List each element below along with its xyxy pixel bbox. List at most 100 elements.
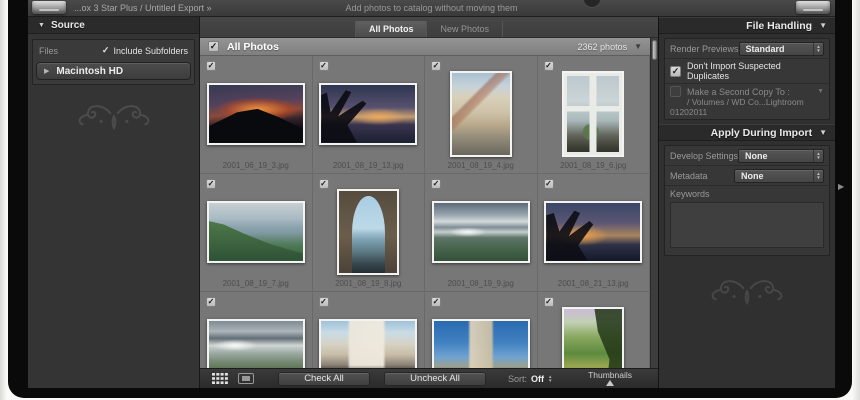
- import-dialog: ...ox 3 Star Plus / Untitled Export » Ad…: [28, 0, 835, 388]
- file-handling-header[interactable]: File Handling ▼: [659, 17, 835, 34]
- include-subfolders-label: Include Subfolders: [113, 45, 188, 56]
- tab-all-photos[interactable]: All Photos: [354, 21, 427, 37]
- photo-cell[interactable]: 2001_08_19_13.jpg: [312, 56, 425, 174]
- dropdown-arrows-icon: ▲ ▼: [813, 169, 823, 182]
- source-panel-header[interactable]: ▼ Source: [28, 17, 199, 34]
- photo-cell[interactable]: [425, 292, 538, 368]
- apply-during-import-header[interactable]: Apply During Import ▼: [659, 124, 835, 141]
- apply-during-import-rows: Develop Settings None ▲ ▼ Metadata None ▲…: [664, 145, 830, 256]
- dropdown-arrows-icon: ▲ ▼: [813, 149, 823, 162]
- group-checkbox[interactable]: [208, 41, 219, 52]
- photo-thumbnail[interactable]: [449, 70, 512, 157]
- metadata-label: Metadata: [670, 170, 708, 181]
- panel-collapse-arrow[interactable]: ▶: [838, 182, 844, 191]
- group-header: All Photos 2362 photos ▼: [200, 38, 650, 56]
- develop-settings-row: Develop Settings None ▲ ▼: [665, 146, 829, 166]
- photo-thumbnail[interactable]: [319, 318, 418, 368]
- photo-cell[interactable]: 2001_08_19_6.jpg: [537, 56, 650, 174]
- photo-filename: 2001_08_19_8.jpg: [335, 279, 402, 288]
- thumbnails-slider-knob[interactable]: [606, 380, 615, 386]
- photo-thumbnail[interactable]: [431, 318, 530, 368]
- thumbnail-wrap: [538, 69, 650, 158]
- photo-cell[interactable]: 2001_08_19_7.jpg: [200, 174, 313, 292]
- photo-thumbnail[interactable]: [206, 200, 305, 263]
- photo-thumbnail[interactable]: [319, 82, 418, 145]
- file-handling-rows: Render Previews Standard ▲▼ Don't Import…: [664, 38, 830, 120]
- thumbnail-wrap: [313, 69, 425, 158]
- render-previews-dropdown[interactable]: Standard ▲ ▼: [738, 41, 824, 56]
- collapse-triangle-icon[interactable]: ▼: [38, 22, 45, 29]
- scrollbar-thumb[interactable]: [652, 40, 657, 60]
- second-copy-path: / Volumes / WD Co...Lightroom 01202011: [670, 97, 804, 117]
- photo-thumbnail[interactable]: [544, 200, 643, 263]
- grid-scrollbar[interactable]: [650, 38, 658, 368]
- thumbnail-wrap: [200, 305, 312, 368]
- keywords-row: Keywords: [665, 186, 829, 255]
- source-panel-title: Source: [50, 19, 85, 31]
- collapse-triangle-icon[interactable]: ▼: [819, 21, 827, 30]
- develop-settings-dropdown[interactable]: None ▲ ▼: [738, 148, 824, 163]
- loupe-view-icon[interactable]: [238, 373, 254, 384]
- photo-count: 2362 photos: [577, 41, 628, 52]
- metadata-value: None: [741, 170, 764, 181]
- thumbnail-wrap: [313, 187, 425, 276]
- keywords-input[interactable]: [670, 202, 824, 248]
- right-panel: File Handling ▼ Render Previews Standard…: [658, 17, 835, 388]
- disclosure-triangle-icon[interactable]: ▶: [44, 68, 49, 75]
- photo-cell[interactable]: [312, 292, 425, 368]
- duplicates-row[interactable]: Don't Import Suspected Duplicates: [665, 59, 829, 84]
- group-sort-dropdown-icon[interactable]: ▼: [634, 42, 642, 51]
- sort-control[interactable]: Sort: Off ▲ ▼: [508, 374, 552, 384]
- volume-macintosh-hd[interactable]: ▶ Macintosh HD: [36, 62, 191, 80]
- photo-cell[interactable]: [537, 292, 650, 368]
- photo-cell[interactable]: 2001_08_19_4.jpg: [425, 56, 538, 174]
- source-files-box: Files ✓ Include Subfolders ▶ Macintosh H…: [32, 39, 195, 85]
- photo-grid: 2001_06_19_3.jpg 2001_08_19_13.jpg 2001_…: [200, 56, 650, 368]
- sort-label: Sort:: [508, 373, 528, 384]
- photo-thumbnail[interactable]: [562, 70, 625, 157]
- thumbnail-wrap: [538, 305, 650, 368]
- sort-arrows-icon[interactable]: ▲ ▼: [548, 375, 552, 382]
- volume-label: Macintosh HD: [56, 65, 124, 77]
- flourish-ornament: [78, 105, 149, 131]
- sort-value[interactable]: Off: [531, 374, 544, 384]
- thumbnail-wrap: [425, 69, 537, 158]
- thumbnail-wrap: [200, 187, 312, 276]
- flourish-ornament: [711, 280, 783, 306]
- photo-thumbnail[interactable]: [337, 188, 400, 275]
- photo-thumbnail[interactable]: [431, 200, 530, 263]
- photo-filename: 2001_08_19_4.jpg: [447, 161, 514, 170]
- check-all-button[interactable]: Check All: [278, 371, 370, 386]
- thumbnails-slider[interactable]: Thumbnails: [588, 371, 632, 386]
- duplicates-checkbox[interactable]: [670, 65, 681, 77]
- photo-cell[interactable]: 2001_08_19_9.jpg: [425, 174, 538, 292]
- metadata-dropdown[interactable]: None ▲ ▼: [734, 168, 824, 183]
- photo-thumbnail[interactable]: [206, 318, 305, 368]
- render-previews-value: Standard: [745, 43, 785, 54]
- thumbnail-wrap: [425, 305, 537, 368]
- grid-view-icon[interactable]: [212, 373, 228, 384]
- thumbnail-wrap: [538, 187, 650, 276]
- photo-filename: 2001_08_19_6.jpg: [560, 161, 627, 170]
- photo-cell[interactable]: 2001_08_19_8.jpg: [312, 174, 425, 292]
- dropdown-arrows-icon: ▲ ▼: [813, 42, 823, 55]
- collapse-triangle-icon[interactable]: ▼: [819, 128, 827, 137]
- top-bar: ...ox 3 Star Plus / Untitled Export » Ad…: [28, 0, 835, 17]
- thumbnail-wrap: [425, 187, 537, 276]
- check-icon: ✓: [101, 45, 110, 55]
- photo-cell[interactable]: 2001_06_19_3.jpg: [200, 56, 313, 174]
- include-subfolders-toggle[interactable]: ✓ Include Subfolders: [102, 45, 188, 56]
- duplicates-label: Don't Import Suspected Duplicates: [687, 61, 781, 81]
- source-panel: ▼ Source Files ✓ Include Subfolders ▶ Ma…: [28, 17, 200, 388]
- second-copy-row[interactable]: Make a Second Copy To : ▼ / Volumes / WD…: [665, 84, 829, 119]
- photo-thumbnail[interactable]: [562, 306, 625, 368]
- photo-cell[interactable]: 2001_08_21_13.jpg: [537, 174, 650, 292]
- destination-drive-icon[interactable]: [796, 1, 830, 14]
- apply-during-import-title: Apply During Import: [710, 126, 813, 139]
- second-copy-dropdown-icon[interactable]: ▼: [817, 88, 824, 95]
- photo-thumbnail[interactable]: [206, 82, 305, 145]
- tab-new-photos[interactable]: New Photos: [426, 21, 504, 37]
- uncheck-all-button[interactable]: Uncheck All: [384, 371, 486, 386]
- keywords-label: Keywords: [670, 189, 710, 199]
- photo-cell[interactable]: [200, 292, 313, 368]
